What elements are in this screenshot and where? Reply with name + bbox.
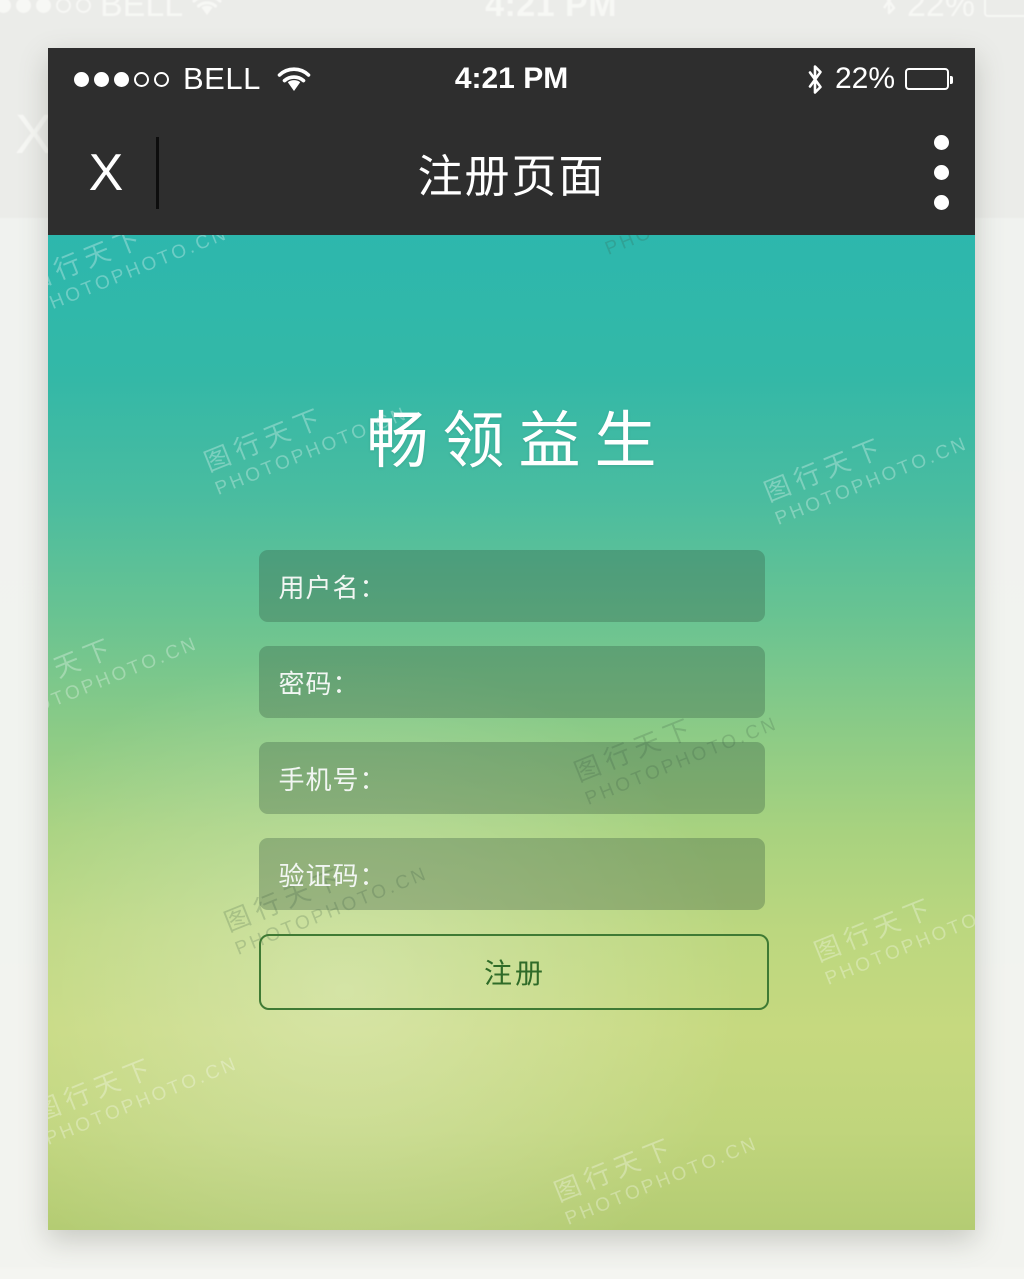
app-brand-title: 畅领益生	[366, 408, 671, 476]
captcha-field[interactable]: 验证码：	[258, 838, 765, 910]
watermark-en: PHOTOPHOTO.CN	[562, 1133, 762, 1230]
ghost-time: 4:21 PM	[485, 0, 618, 24]
stock-photo-canvas: BELL 4:21 PM 22% X BELL 4:21 PM 22% X 注册…	[0, 0, 1024, 1279]
phone-label: 手机号：	[278, 764, 387, 795]
page-title: 注册页面	[417, 151, 606, 202]
registration-form: 用户名： 密码： 手机号： 验证码： 注册	[258, 550, 769, 1010]
watermark-en: PHOTOPHOTO.CN	[822, 893, 975, 990]
bluetooth-icon	[805, 63, 825, 96]
register-button[interactable]: 注册	[258, 934, 769, 1010]
more-vertical-icon[interactable]	[934, 135, 975, 210]
watermark-cn: 图行天下	[48, 631, 120, 708]
password-label: 密码：	[278, 668, 360, 699]
nav-divider	[156, 136, 159, 209]
nav-bar: X 注册页面	[48, 110, 975, 235]
watermark-en: PHOTOPHOTO.CN	[48, 1053, 242, 1150]
captcha-label: 验证码：	[278, 860, 387, 891]
ghost-bluetooth-icon	[880, 0, 898, 25]
status-bar-time: 4:21 PM	[454, 62, 569, 95]
phone-screen: BELL 4:21 PM 22% X 注册页面 图行天下 PHOTOPHOTO.…	[48, 48, 975, 1230]
username-label: 用户名：	[278, 572, 387, 603]
page-content: 图行天下 PHOTOPHOTO.CN 图行天下 PHOTOPHOTO.CN 图行天下…	[48, 235, 975, 1230]
status-bar: BELL 4:21 PM 22%	[48, 48, 975, 110]
signal-strength-icon	[74, 71, 169, 87]
wifi-icon	[277, 66, 311, 92]
phone-field[interactable]: 手机号：	[258, 742, 765, 814]
ghost-close-icon: X	[15, 102, 53, 165]
ghost-signal-dots	[0, 0, 91, 13]
watermark-cn: 图行天下	[549, 1131, 680, 1208]
password-field[interactable]: 密码：	[258, 646, 765, 718]
carrier-label: BELL	[183, 61, 261, 96]
ghost-battery-icon	[984, 0, 1024, 17]
watermark-en: PHOTOPHOTO.CN	[48, 633, 202, 730]
ghost-wifi-icon	[192, 0, 222, 25]
username-field[interactable]: 用户名：	[258, 550, 765, 622]
close-icon[interactable]: X	[80, 147, 132, 199]
watermark-cn: 图行天下	[809, 891, 940, 968]
battery-icon	[905, 68, 954, 90]
ghost-battery-percent: 22%	[906, 0, 975, 24]
watermark-cn: 图行天下	[48, 1051, 160, 1128]
battery-percent-label: 22%	[834, 62, 896, 95]
ghost-carrier-label: BELL	[100, 0, 184, 24]
